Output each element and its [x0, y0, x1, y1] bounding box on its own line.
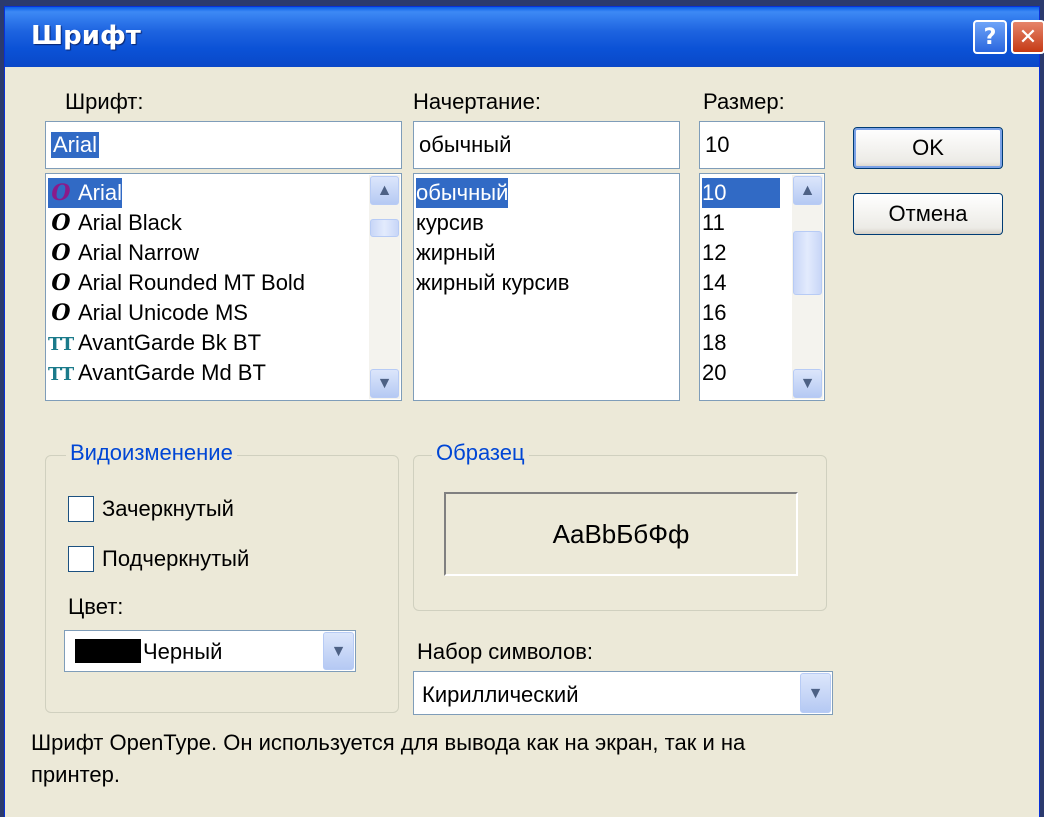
- style-list-item[interactable]: жирный курсив: [416, 268, 569, 298]
- style-value: обычный: [419, 132, 512, 157]
- sample-preview: AaBbБбФф: [444, 492, 798, 576]
- font-list-item-label: Arial Unicode MS: [78, 300, 248, 325]
- scroll-thumb[interactable]: [370, 219, 399, 237]
- scroll-thumb[interactable]: [793, 231, 822, 295]
- font-list-item[interactable]: O Arial Narrow: [48, 238, 199, 268]
- font-list-item[interactable]: O Arial Black: [48, 208, 182, 238]
- underline-checkbox[interactable]: [68, 546, 94, 572]
- cancel-button[interactable]: Отмена: [853, 193, 1003, 235]
- style-list-item[interactable]: жирный: [416, 238, 496, 268]
- opentype-icon: O: [51, 240, 71, 266]
- size-list-item-label: 18: [702, 330, 727, 355]
- size-list-item[interactable]: 18: [702, 328, 780, 358]
- color-label: Цвет:: [68, 594, 124, 619]
- font-list-item-label: Arial: [78, 180, 123, 205]
- font-label: Шрифт:: [65, 89, 144, 114]
- color-swatch: [75, 639, 141, 663]
- scroll-down-icon[interactable]: ▼: [793, 369, 822, 398]
- style-list-item-label: обычный: [416, 180, 509, 205]
- font-list-item-label: Arial Black: [78, 210, 182, 235]
- font-dialog: Шрифт ? ✕ Шрифт: Arial O Arial O Arial Blac…: [4, 6, 1044, 817]
- effects-title: Видоизменение: [66, 440, 237, 466]
- size-input[interactable]: 10: [699, 121, 825, 169]
- help-button[interactable]: ?: [973, 20, 1007, 54]
- strikeout-label[interactable]: Зачеркнутый: [102, 496, 234, 522]
- font-list-item[interactable]: O Arial Unicode MS: [48, 298, 248, 328]
- size-list-item[interactable]: 10: [702, 178, 780, 208]
- chevron-down-icon[interactable]: ▼: [323, 632, 354, 670]
- dialog-title: Шрифт: [31, 21, 141, 51]
- font-list-item[interactable]: TT AvantGarde Bk BT: [48, 328, 261, 358]
- size-list-item[interactable]: 16: [702, 298, 780, 328]
- scroll-up-icon[interactable]: ▲: [793, 176, 822, 205]
- font-list-item[interactable]: TT AvantGarde Md BT: [48, 358, 266, 388]
- font-list-item[interactable]: O Arial Rounded MT Bold: [48, 268, 305, 298]
- color-combo[interactable]: Черный ▼: [64, 630, 356, 672]
- size-list[interactable]: 10 11 12 14 16 18 20 ▲ ▼: [699, 173, 825, 401]
- truetype-icon: TT: [48, 334, 75, 355]
- scroll-up-icon[interactable]: ▲: [370, 176, 399, 205]
- scroll-down-icon[interactable]: ▼: [370, 369, 399, 398]
- style-list-item-label: курсив: [416, 210, 484, 235]
- size-list-item[interactable]: 14: [702, 268, 780, 298]
- size-list-item-label: 14: [702, 270, 727, 295]
- charset-value: Кириллический: [422, 682, 579, 707]
- size-list-item-label: 10: [702, 180, 727, 205]
- color-value: Черный: [143, 639, 223, 664]
- font-list[interactable]: O Arial O Arial Black O Arial Narrow O Arial Ro…: [45, 173, 402, 401]
- help-icon: ?: [983, 24, 997, 50]
- style-list-item[interactable]: курсив: [416, 208, 484, 238]
- size-list-item-label: 12: [702, 240, 727, 265]
- sample-group: Образец AaBbБбФф: [413, 440, 827, 611]
- size-list-item[interactable]: 12: [702, 238, 780, 268]
- style-list-item-label: жирный курсив: [416, 270, 570, 295]
- font-name-value: Arial: [51, 132, 100, 158]
- opentype-icon: O: [51, 180, 71, 206]
- font-list-item-label: Arial Rounded MT Bold: [78, 270, 306, 295]
- chevron-down-icon[interactable]: ▼: [800, 673, 831, 713]
- title-bar[interactable]: Шрифт ? ✕: [5, 7, 1044, 67]
- font-list-item-label: Arial Narrow: [78, 240, 200, 265]
- size-list-item-label: 11: [702, 210, 725, 235]
- size-list-item-label: 20: [702, 360, 727, 385]
- charset-label: Набор символов:: [417, 639, 594, 664]
- style-input[interactable]: обычный: [413, 121, 680, 169]
- opentype-icon: O: [51, 300, 71, 326]
- style-label: Начертание:: [413, 89, 541, 114]
- size-label: Размер:: [703, 89, 785, 114]
- size-list-scrollbar[interactable]: ▲ ▼: [792, 175, 823, 399]
- size-value: 10: [705, 132, 730, 157]
- sample-title: Образец: [432, 440, 529, 466]
- font-list-item-label: AvantGarde Md BT: [78, 360, 266, 385]
- charset-combo[interactable]: Кириллический ▼: [413, 671, 833, 715]
- size-list-item[interactable]: 20: [702, 358, 780, 388]
- font-name-input[interactable]: Arial: [45, 121, 402, 169]
- close-button[interactable]: ✕: [1011, 20, 1044, 54]
- ok-button[interactable]: OK: [853, 127, 1003, 169]
- font-list-item-label: AvantGarde Bk BT: [78, 330, 262, 355]
- font-list-item[interactable]: O Arial: [48, 178, 123, 208]
- opentype-icon: O: [51, 270, 71, 296]
- font-description: Шрифт OpenType. Он используется для выво…: [31, 730, 746, 787]
- style-list-item-label: жирный: [416, 240, 496, 265]
- style-list[interactable]: обычный курсив жирный жирный курсив: [413, 173, 680, 401]
- truetype-icon: TT: [48, 364, 75, 385]
- underline-label[interactable]: Подчеркнутый: [102, 546, 249, 572]
- close-icon: ✕: [1018, 24, 1038, 50]
- size-list-item-label: 16: [702, 300, 727, 325]
- opentype-icon: O: [51, 210, 71, 236]
- style-list-item[interactable]: обычный: [416, 178, 509, 208]
- size-list-item[interactable]: 11: [702, 208, 780, 238]
- font-list-scrollbar[interactable]: ▲ ▼: [369, 175, 400, 399]
- effects-group: Видоизменение Зачеркнутый Подчеркнутый Ц…: [45, 440, 399, 713]
- strikeout-checkbox[interactable]: [68, 496, 94, 522]
